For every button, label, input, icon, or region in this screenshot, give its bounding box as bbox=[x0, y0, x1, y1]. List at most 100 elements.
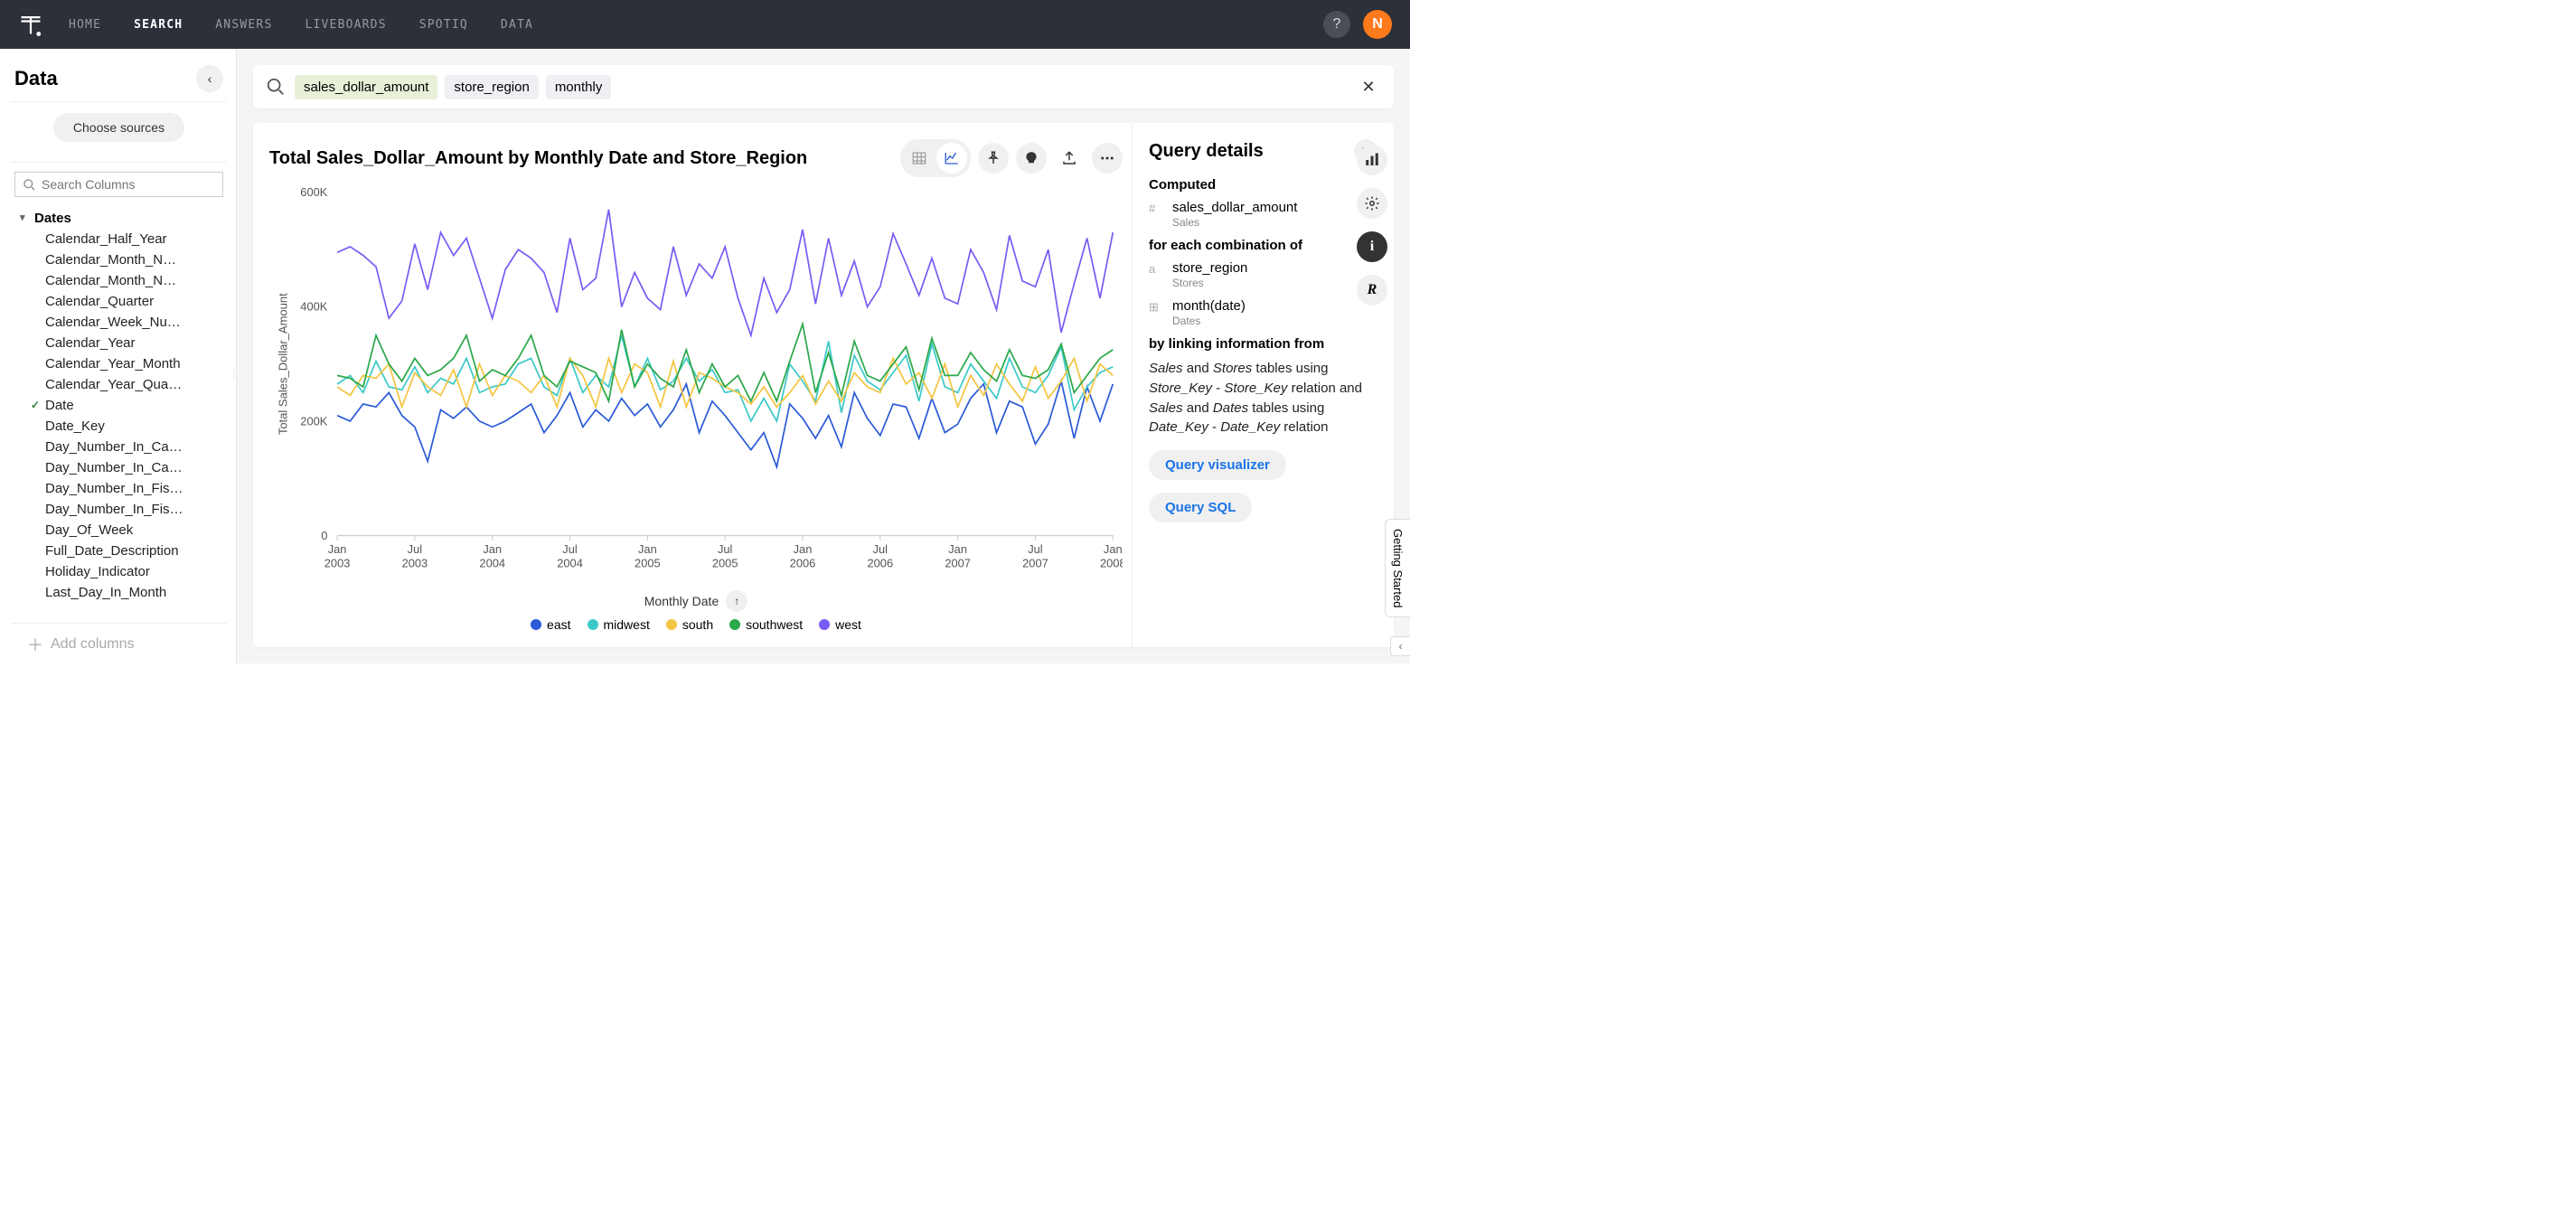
user-avatar[interactable]: N bbox=[1363, 10, 1392, 39]
spotiq-button[interactable] bbox=[1016, 143, 1047, 174]
more-button[interactable] bbox=[1092, 143, 1123, 174]
combination-label: for each combination of bbox=[1149, 238, 1377, 253]
tree-item[interactable]: Day_Number_In_Ca… bbox=[14, 437, 213, 457]
getting-started-tab[interactable]: Getting Started bbox=[1385, 519, 1410, 617]
search-pill[interactable]: sales_dollar_amount bbox=[295, 75, 437, 99]
search-columns-input[interactable] bbox=[42, 177, 215, 192]
getting-started-chevron[interactable]: ‹ bbox=[1390, 636, 1410, 656]
svg-text:2006: 2006 bbox=[790, 556, 816, 569]
legend-item[interactable]: midwest bbox=[588, 617, 650, 632]
tree-item[interactable]: Calendar_Half_Year bbox=[14, 229, 213, 249]
legend-item[interactable]: southwest bbox=[729, 617, 803, 632]
nav-search[interactable]: SEARCH bbox=[134, 18, 183, 32]
nav-spotiq[interactable]: SPOTIQ bbox=[419, 18, 468, 32]
svg-text:Jul: Jul bbox=[718, 542, 733, 556]
svg-text:0: 0 bbox=[321, 529, 327, 542]
choose-sources-button[interactable]: Choose sources bbox=[53, 113, 184, 142]
nav-liveboards[interactable]: LIVEBOARDS bbox=[305, 18, 386, 32]
svg-text:Jan: Jan bbox=[948, 542, 967, 556]
rail-info-button[interactable]: i bbox=[1357, 231, 1387, 262]
svg-text:Jan: Jan bbox=[794, 542, 813, 556]
query-details-panel: Query details ✕ Computed #sales_dollar_a… bbox=[1132, 123, 1394, 647]
sort-x-button[interactable]: ↑ bbox=[726, 590, 747, 612]
query-visualizer-button[interactable]: Query visualizer bbox=[1149, 450, 1286, 480]
clear-search-button[interactable]: ✕ bbox=[1356, 74, 1381, 99]
sidebar-title: Data bbox=[14, 67, 58, 90]
tree-item[interactable]: Date_Key bbox=[14, 416, 213, 437]
svg-text:2008: 2008 bbox=[1100, 556, 1123, 569]
linking-text: Sales and Stores tables using Store_Key … bbox=[1149, 359, 1377, 437]
tree-item[interactable]: Last_Day_In_Month bbox=[14, 582, 213, 603]
collapse-sidebar-button[interactable]: ‹ bbox=[196, 65, 223, 92]
svg-text:Jan: Jan bbox=[483, 542, 502, 556]
tree-item[interactable]: Calendar_Week_Nu… bbox=[14, 312, 213, 333]
nav-answers[interactable]: ANSWERS bbox=[215, 18, 272, 32]
svg-text:Jul: Jul bbox=[1028, 542, 1043, 556]
tree-item[interactable]: Holiday_Indicator bbox=[14, 561, 213, 582]
svg-text:2003: 2003 bbox=[324, 556, 351, 569]
tree-item[interactable]: Calendar_Month_N… bbox=[14, 249, 213, 270]
tree-item[interactable]: Calendar_Year_Qua… bbox=[14, 374, 213, 395]
topbar: HOMESEARCHANSWERSLIVEBOARDSSPOTIQDATA ? … bbox=[0, 0, 1410, 49]
logo[interactable] bbox=[18, 12, 43, 37]
help-button[interactable]: ? bbox=[1323, 11, 1350, 38]
svg-text:2006: 2006 bbox=[868, 556, 894, 569]
x-axis-label: Monthly Date bbox=[644, 594, 719, 608]
tree-item[interactable]: Full_Date_Description bbox=[14, 541, 213, 561]
rail-chart-config-button[interactable] bbox=[1357, 145, 1387, 175]
svg-text:600K: 600K bbox=[300, 185, 327, 199]
rail-r-button[interactable]: R bbox=[1357, 275, 1387, 306]
pin-button[interactable] bbox=[978, 143, 1009, 174]
svg-text:2005: 2005 bbox=[712, 556, 738, 569]
svg-text:400K: 400K bbox=[300, 300, 327, 314]
search-pill[interactable]: monthly bbox=[546, 75, 612, 99]
legend-item[interactable]: west bbox=[819, 617, 861, 632]
search-columns-field[interactable] bbox=[14, 172, 223, 197]
data-sidebar: Data ‹ Choose sources Dates Calendar_Hal… bbox=[0, 49, 237, 663]
tree-item[interactable]: Calendar_Year bbox=[14, 333, 213, 353]
linking-label: by linking information from bbox=[1149, 336, 1377, 352]
svg-text:Jan: Jan bbox=[328, 542, 347, 556]
tree-item[interactable]: Calendar_Quarter bbox=[14, 291, 213, 312]
main-nav: HOME SEARCH ANSWERS LIVEBOARDS SPOTIQ DATA bbox=[69, 18, 533, 32]
combination-row: astore_regionStores bbox=[1149, 260, 1377, 289]
view-toggle bbox=[900, 139, 971, 177]
svg-text:Jul: Jul bbox=[873, 542, 888, 556]
rail-settings-button[interactable] bbox=[1357, 188, 1387, 219]
chart-title: Total Sales_Dollar_Amount by Monthly Dat… bbox=[269, 148, 807, 169]
combination-row: ⊞month(date)Dates bbox=[1149, 298, 1377, 327]
column-tree: Dates Calendar_Half_YearCalendar_Month_N… bbox=[11, 204, 227, 623]
tree-item[interactable]: Calendar_Year_Month bbox=[14, 353, 213, 374]
nav-home[interactable]: HOME bbox=[69, 18, 101, 32]
search-pill[interactable]: store_region bbox=[445, 75, 538, 99]
svg-text:2007: 2007 bbox=[1022, 556, 1048, 569]
svg-text:2007: 2007 bbox=[945, 556, 971, 569]
tree-group-dates[interactable]: Dates bbox=[14, 208, 227, 229]
share-button[interactable] bbox=[1054, 143, 1085, 174]
search-bar[interactable]: sales_dollar_amount store_region monthly ✕ bbox=[253, 65, 1394, 108]
svg-text:Jul: Jul bbox=[562, 542, 578, 556]
add-columns-button[interactable]: ＋ Add columns bbox=[11, 623, 227, 663]
svg-text:Jan: Jan bbox=[638, 542, 657, 556]
computed-row: #sales_dollar_amountSales bbox=[1149, 200, 1377, 229]
tree-item[interactable]: Day_Number_In_Fis… bbox=[14, 478, 213, 499]
table-view-button[interactable] bbox=[904, 143, 935, 174]
svg-text:2005: 2005 bbox=[635, 556, 661, 569]
tree-item[interactable]: Day_Number_In_Ca… bbox=[14, 457, 213, 478]
chart-legend: east midwest south southwest west bbox=[269, 614, 1123, 639]
chart-view-button[interactable] bbox=[936, 143, 967, 174]
svg-text:Jul: Jul bbox=[408, 542, 423, 556]
nav-data[interactable]: DATA bbox=[501, 18, 533, 32]
legend-item[interactable]: south bbox=[666, 617, 713, 632]
tree-item[interactable]: Date bbox=[14, 395, 213, 416]
tree-item[interactable]: Calendar_Month_N… bbox=[14, 270, 213, 291]
svg-text:Jan: Jan bbox=[1104, 542, 1123, 556]
computed-label: Computed bbox=[1149, 177, 1377, 193]
tree-item[interactable]: Day_Of_Week bbox=[14, 520, 213, 541]
line-chart[interactable]: 0200K400K600KTotal Sales_Dollar_AmountJa… bbox=[269, 183, 1123, 585]
legend-item[interactable]: east bbox=[531, 617, 570, 632]
tree-item[interactable]: Day_Number_In_Fis… bbox=[14, 499, 213, 520]
search-icon bbox=[266, 77, 286, 97]
query-sql-button[interactable]: Query SQL bbox=[1149, 493, 1252, 522]
svg-text:2003: 2003 bbox=[402, 556, 428, 569]
